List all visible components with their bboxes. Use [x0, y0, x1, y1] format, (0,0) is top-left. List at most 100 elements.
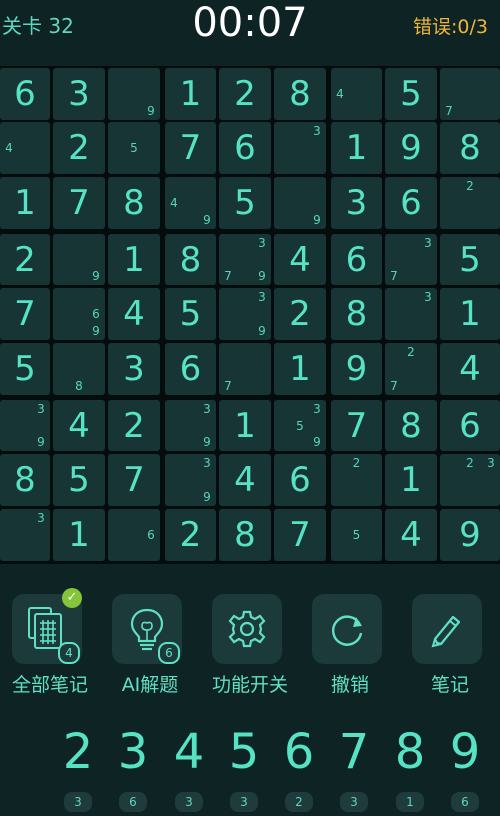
sudoku-cell[interactable]: 7 [108, 454, 160, 506]
undo-tile[interactable] [312, 594, 382, 664]
sudoku-cell[interactable]: 1 [165, 68, 216, 120]
undo-button[interactable]: 撤销 [300, 580, 400, 696]
sudoku-cell[interactable]: 8 [165, 234, 216, 285]
sudoku-cell[interactable]: 6 [108, 509, 160, 561]
sudoku-cell[interactable]: 2 [108, 400, 160, 451]
notes-tile[interactable] [412, 594, 482, 664]
sudoku-cell[interactable]: 4 [0, 122, 50, 174]
sudoku-cell[interactable]: 1 [0, 177, 50, 229]
sudoku-cell[interactable]: 39 [0, 400, 50, 451]
sudoku-cell[interactable]: 37 [385, 234, 437, 285]
sudoku-cell[interactable]: 5 [385, 68, 437, 120]
sudoku-cell[interactable]: 6 [440, 400, 500, 451]
sudoku-cell[interactable]: 4 [385, 509, 437, 561]
sudoku-cell[interactable]: 4 [53, 400, 105, 451]
sudoku-cell[interactable]: 8 [385, 400, 437, 451]
all-notes-button[interactable]: ✓ 4 全部笔记 [0, 580, 100, 696]
sudoku-cell[interactable]: 9 [331, 343, 382, 395]
number-key[interactable]: 73 [329, 722, 379, 816]
sudoku-cell[interactable]: 2 [53, 122, 105, 174]
sudoku-cell[interactable]: 2 [331, 454, 382, 506]
sudoku-cell[interactable]: 39 [219, 288, 271, 340]
sudoku-cell[interactable]: 8 [331, 288, 382, 340]
sudoku-cell[interactable]: 39 [165, 454, 216, 506]
sudoku-cell[interactable]: 9 [385, 122, 437, 174]
number-key[interactable]: 62 [274, 722, 324, 816]
sudoku-cell[interactable]: 3 [53, 68, 105, 120]
sudoku-cell[interactable]: 8 [219, 509, 271, 561]
cell-value: 6 [179, 349, 202, 389]
sudoku-cell[interactable]: 5 [331, 509, 382, 561]
sudoku-cell[interactable]: 1 [440, 288, 500, 340]
sudoku-cell[interactable]: 1 [108, 234, 160, 285]
ai-solve-button[interactable]: 6 AI解题 [100, 580, 200, 696]
sudoku-cell[interactable]: 4 [108, 288, 160, 340]
sudoku-cell[interactable]: 2 [0, 234, 50, 285]
sudoku-cell[interactable]: 7 [53, 177, 105, 229]
sudoku-cell[interactable]: 5 [108, 122, 160, 174]
sudoku-cell[interactable]: 2 [219, 68, 271, 120]
sudoku-cell[interactable]: 6 [331, 234, 382, 285]
sudoku-cell[interactable]: 2 [274, 288, 326, 340]
sudoku-cell[interactable]: 6 [385, 177, 437, 229]
sudoku-cell[interactable]: 27 [385, 343, 437, 395]
sudoku-cell[interactable]: 39 [165, 400, 216, 451]
cell-value: 3 [123, 349, 145, 389]
settings-tile[interactable] [212, 594, 282, 664]
sudoku-cell[interactable]: 9 [440, 509, 500, 561]
sudoku-cell[interactable]: 69 [53, 288, 105, 340]
sudoku-cell[interactable]: 23 [440, 454, 500, 506]
sudoku-cell[interactable]: 6 [219, 122, 271, 174]
sudoku-cell[interactable]: 3 [108, 343, 160, 395]
sudoku-cell[interactable]: 8 [0, 454, 50, 506]
sudoku-cell[interactable]: 4 [440, 343, 500, 395]
sudoku-cell[interactable]: 9 [108, 68, 160, 120]
sudoku-cell[interactable]: 8 [53, 343, 105, 395]
sudoku-cell[interactable]: 5 [440, 234, 500, 285]
sudoku-cell[interactable]: 9 [53, 234, 105, 285]
sudoku-cell[interactable]: 7 [331, 400, 382, 451]
number-key[interactable]: 53 [219, 722, 269, 816]
number-key[interactable]: 96 [440, 722, 490, 816]
sudoku-cell[interactable]: 1 [385, 454, 437, 506]
sudoku-cell[interactable]: 1 [274, 343, 326, 395]
sudoku-cell[interactable]: 3 [274, 122, 326, 174]
sudoku-cell[interactable]: 7 [274, 509, 326, 561]
settings-toggle-button[interactable]: 功能开关 [200, 580, 300, 696]
sudoku-cell[interactable]: 4 [274, 234, 326, 285]
number-key[interactable]: 43 [164, 722, 214, 816]
sudoku-cell[interactable]: 1 [331, 122, 382, 174]
sudoku-cell[interactable]: 1 [219, 400, 271, 451]
sudoku-cell[interactable]: 3 [0, 509, 50, 561]
sudoku-cell[interactable]: 9 [274, 177, 326, 229]
sudoku-cell[interactable]: 6 [0, 68, 50, 120]
number-key[interactable]: 81 [385, 722, 435, 816]
sudoku-cell[interactable]: 4 [219, 454, 271, 506]
sudoku-cell[interactable]: 8 [274, 68, 326, 120]
sudoku-cell[interactable]: 5 [219, 177, 271, 229]
sudoku-cell[interactable]: 1 [53, 509, 105, 561]
sudoku-cell[interactable]: 5 [0, 343, 50, 395]
sudoku-cell[interactable]: 6 [274, 454, 326, 506]
sudoku-cell[interactable]: 7 [440, 68, 500, 120]
notes-button[interactable]: 笔记 [400, 580, 500, 696]
sudoku-cell[interactable]: 7 [219, 343, 271, 395]
sudoku-cell[interactable]: 7 [165, 122, 216, 174]
pencil-note: 7 [445, 104, 453, 118]
sudoku-cell[interactable]: 8 [108, 177, 160, 229]
number-key[interactable]: 36 [108, 722, 158, 816]
sudoku-cell[interactable]: 2 [165, 509, 216, 561]
sudoku-cell[interactable]: 6 [165, 343, 216, 395]
sudoku-cell[interactable]: 8 [440, 122, 500, 174]
sudoku-cell[interactable]: 3 7 9 [219, 234, 271, 285]
sudoku-cell[interactable]: 4 [331, 68, 382, 120]
sudoku-cell[interactable]: 49 [165, 177, 216, 229]
sudoku-cell[interactable]: 5 [53, 454, 105, 506]
sudoku-cell[interactable]: 3 [331, 177, 382, 229]
number-key[interactable]: 23 [53, 722, 103, 816]
sudoku-cell[interactable]: 2 [440, 177, 500, 229]
sudoku-cell[interactable]: 5 [165, 288, 216, 340]
sudoku-cell[interactable]: 359 [274, 400, 326, 451]
sudoku-cell[interactable]: 3 [385, 288, 437, 340]
sudoku-cell[interactable]: 7 [0, 288, 50, 340]
